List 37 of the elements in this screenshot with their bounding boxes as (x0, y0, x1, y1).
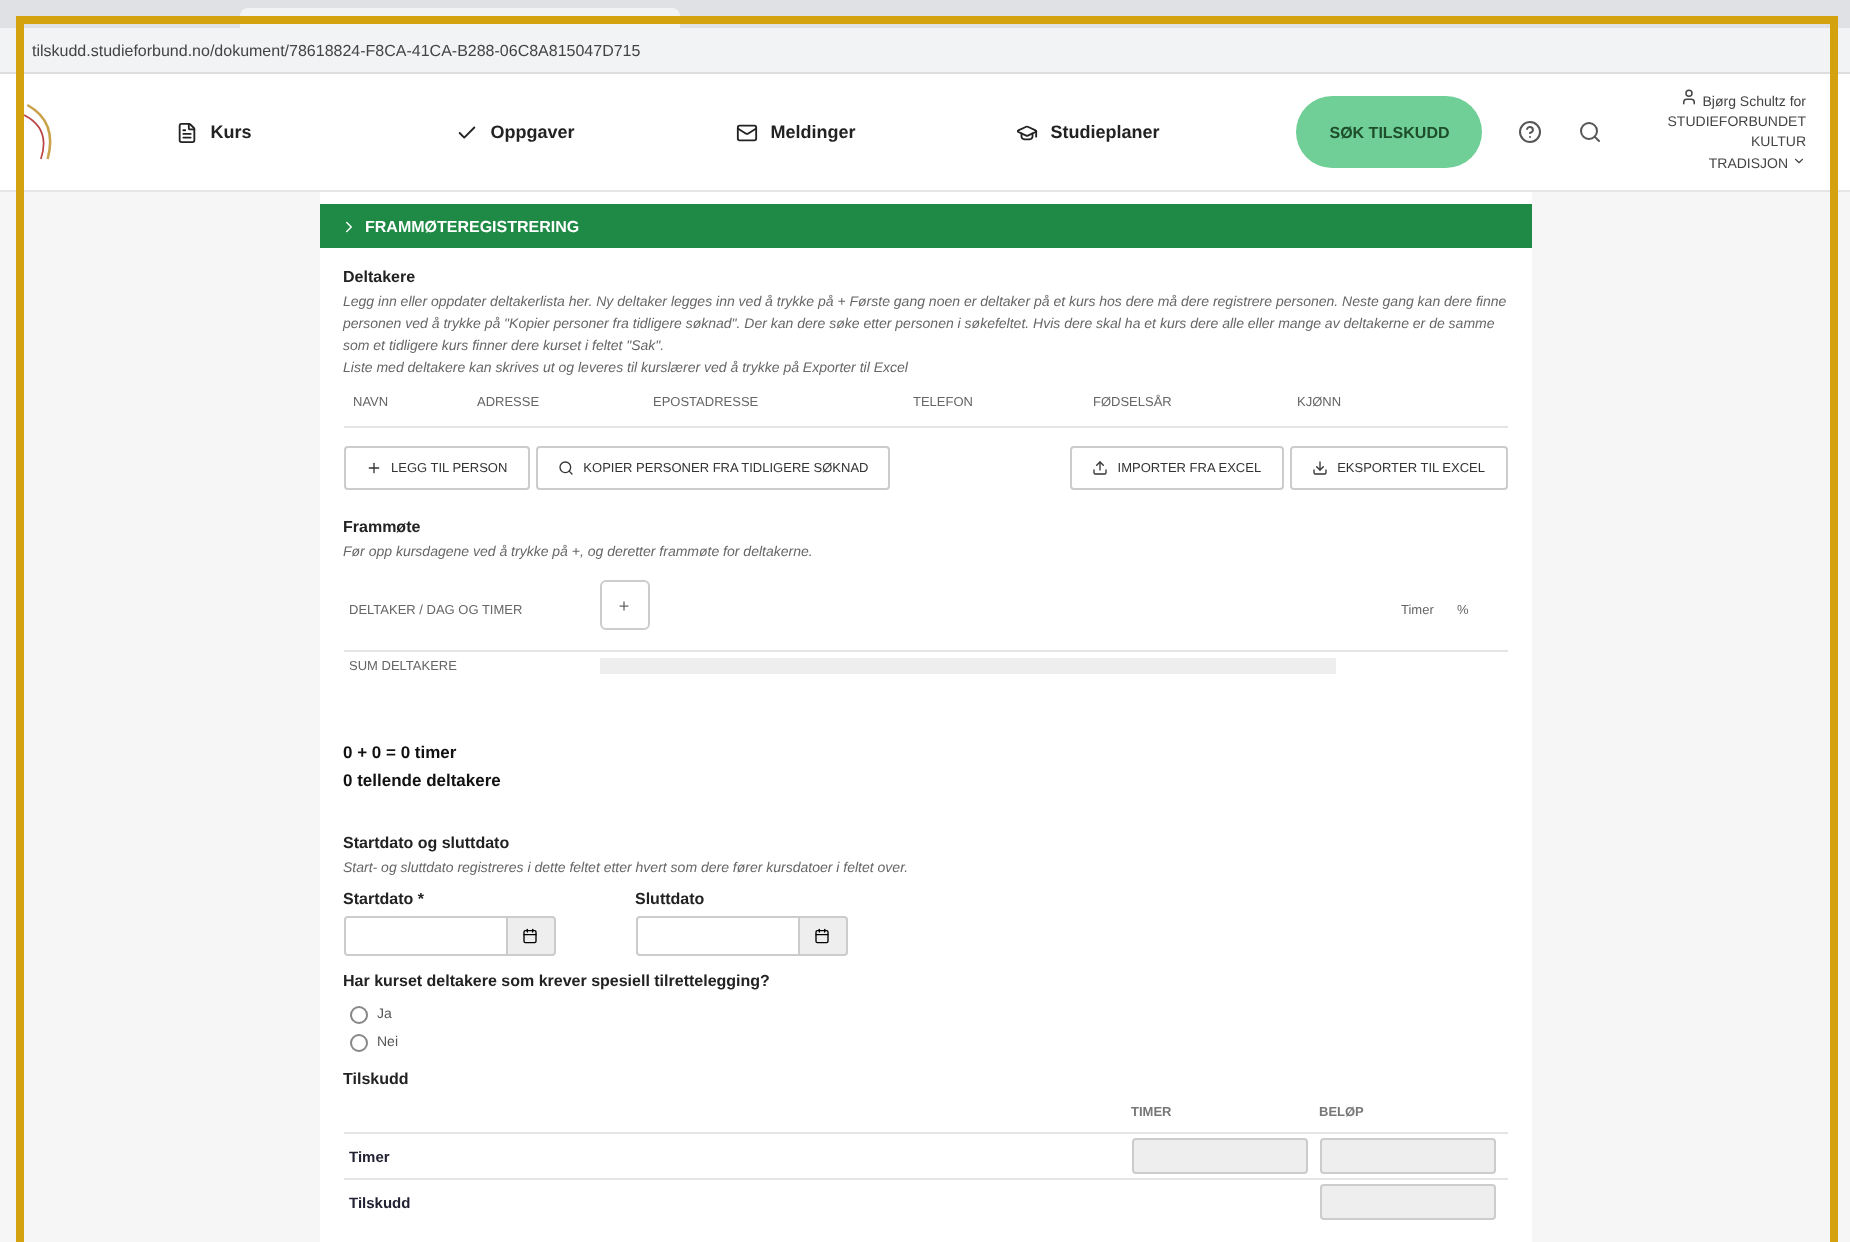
search-icon[interactable] (1578, 120, 1603, 144)
url-bar[interactable]: tilskudd.studieforbund.no/dokument/78618824-F8CA-41CA-B288-06C8A815047D715 (0, 28, 1850, 74)
help-icon[interactable] (1518, 120, 1543, 144)
nav-link[interactable]: Oppgaver (456, 121, 737, 143)
field-label: Sluttdato (635, 890, 707, 908)
section-title: Tilskudd (343, 1070, 411, 1088)
nav-link[interactable]: Studieplaner (1016, 121, 1297, 143)
nav-link[interactable]: Meldinger (736, 121, 1017, 143)
graduation-cap-icon (1016, 121, 1039, 143)
section-title: Frammøte (343, 518, 423, 536)
envelope-icon (736, 121, 759, 143)
radio-icon[interactable] (349, 1006, 367, 1024)
date-field[interactable] (635, 916, 799, 956)
search-icon (557, 460, 574, 476)
section-title: Startdato og sluttdato (343, 834, 512, 852)
plus-icon (365, 460, 381, 476)
caret-icon (1792, 154, 1806, 168)
nav-link[interactable]: Kurs (176, 121, 457, 143)
user-icon (1680, 88, 1699, 106)
calendar-button[interactable] (507, 916, 555, 956)
calendar-button[interactable] (799, 916, 847, 956)
section-title: Deltakere (343, 268, 418, 286)
check-icon (456, 121, 479, 143)
apply-button[interactable]: SØK TILSKUDD (1296, 96, 1483, 168)
calendar-icon[interactable] (522, 928, 538, 944)
date-field[interactable] (343, 916, 507, 956)
section-header[interactable]: FRAMMØTEREGISTRERING (319, 204, 1531, 248)
field-label: Startdato * (343, 890, 426, 908)
upload-icon (1091, 460, 1108, 476)
participant-count: 0 tellende deltakere (343, 770, 503, 790)
total-hours: 0 + 0 = 0 timer (343, 742, 459, 762)
radio-icon[interactable] (349, 1034, 367, 1052)
download-icon (1311, 460, 1328, 476)
document-icon (176, 121, 199, 143)
add-day-button[interactable]: + (599, 580, 649, 630)
question-label: Har kurset deltakere som krever spesiell tilrettelegging? (343, 972, 772, 990)
calendar-icon[interactable] (814, 928, 830, 944)
